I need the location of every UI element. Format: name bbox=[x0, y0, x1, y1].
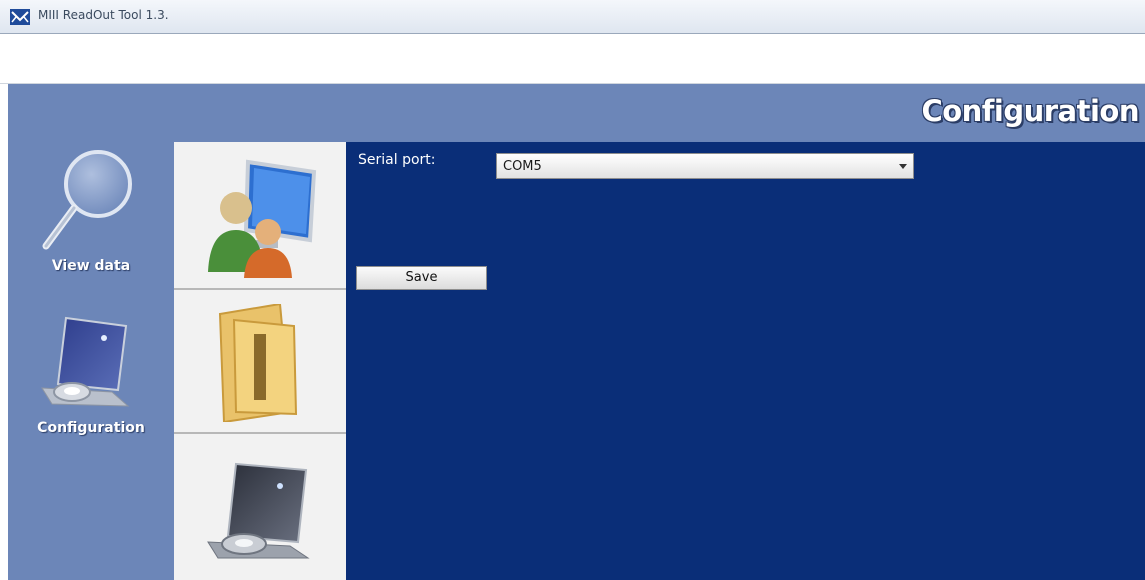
save-button[interactable]: Save bbox=[356, 266, 487, 290]
content-pane: Serial port: COM5 Save bbox=[346, 142, 1145, 580]
nav-item-view-data[interactable]: View data bbox=[8, 142, 174, 282]
serial-port-label: Serial port: bbox=[358, 152, 436, 168]
window-titlebar: MIII ReadOut Tool 1.3. bbox=[0, 0, 1145, 34]
thumbnail-configuration[interactable] bbox=[174, 434, 346, 580]
toolbar-area bbox=[0, 34, 1145, 84]
chevron-down-icon[interactable] bbox=[899, 164, 907, 169]
nav-label-configuration: Configuration bbox=[37, 420, 145, 436]
config-device-icon bbox=[207, 462, 310, 559]
left-nav: View data Configuration bbox=[8, 142, 174, 580]
magnifier-icon bbox=[42, 150, 132, 250]
folder-icon bbox=[218, 304, 298, 422]
serial-port-select[interactable]: COM5 bbox=[496, 153, 914, 179]
page-title: Configuration bbox=[921, 94, 1139, 128]
nav-item-configuration[interactable]: Configuration bbox=[8, 302, 174, 442]
thumbnail-strip bbox=[174, 142, 346, 580]
thumbnail-folder[interactable] bbox=[174, 290, 346, 434]
window-title: MIII ReadOut Tool 1.3. bbox=[38, 8, 169, 22]
serial-port-value: COM5 bbox=[503, 159, 542, 174]
thumbnail-users[interactable] bbox=[174, 142, 346, 290]
config-device-icon bbox=[41, 316, 130, 407]
app-logo-icon bbox=[10, 9, 30, 25]
nav-label-view-data: View data bbox=[51, 258, 131, 274]
app-body: Configuration View data Configuration Se… bbox=[8, 84, 1145, 580]
users-computer-icon bbox=[208, 159, 317, 278]
